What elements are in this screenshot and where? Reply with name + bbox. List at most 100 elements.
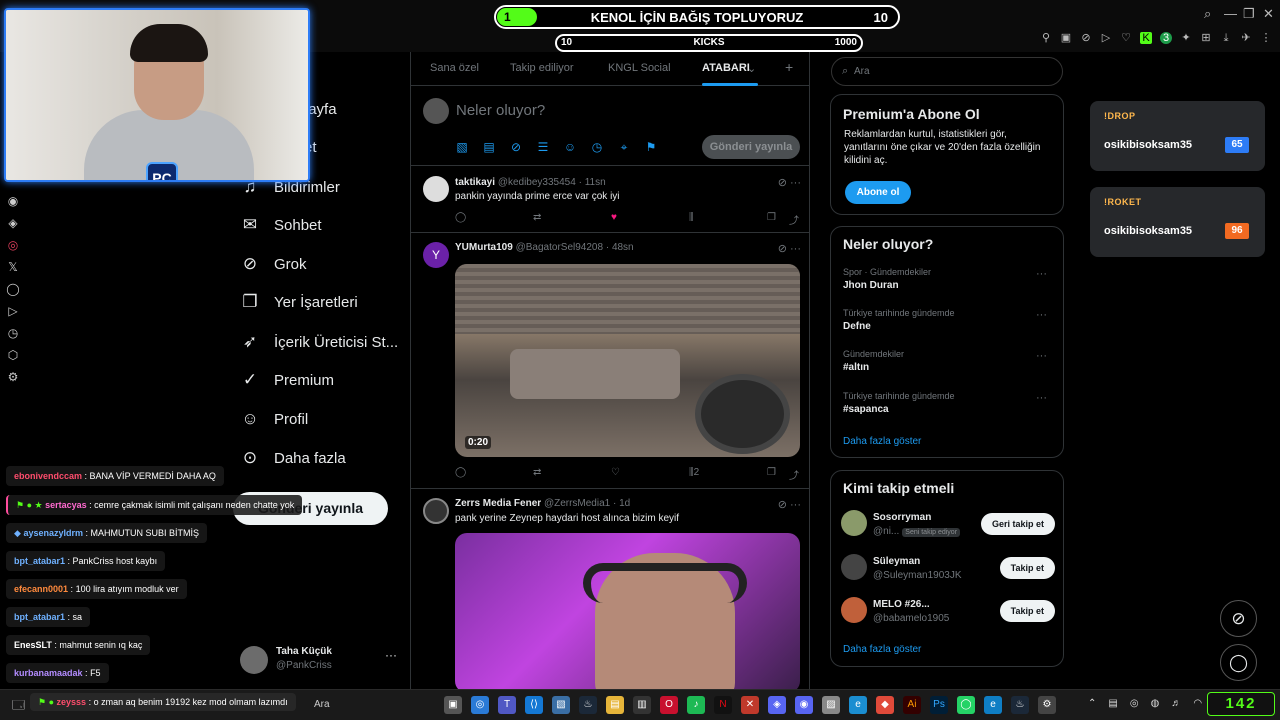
badge-icon[interactable]: 3 xyxy=(1160,32,1172,44)
trend-name[interactable]: Jhon Duran xyxy=(843,280,899,291)
app-icon[interactable]: ◆ xyxy=(876,696,894,714)
tweet-video[interactable]: 0:20 xyxy=(455,264,800,457)
views-icon[interactable]: ⫼ xyxy=(689,212,694,223)
taskbar-search[interactable]: Ara xyxy=(314,699,330,710)
discord-icon[interactable]: ◈ xyxy=(768,696,786,714)
trend-name[interactable]: #altın xyxy=(843,362,869,373)
image-icon[interactable]: ▧ xyxy=(455,140,469,154)
retweet-icon[interactable]: ⇄ xyxy=(533,467,541,478)
wifi-icon[interactable]: ◠ xyxy=(1193,698,1202,709)
more-icon[interactable]: ⋮ xyxy=(1260,32,1272,44)
location-icon[interactable]: ⌖ xyxy=(617,140,631,154)
trend-name[interactable]: #sapanca xyxy=(843,404,889,415)
grok-floating-icon[interactable]: ⊘ xyxy=(1220,600,1257,637)
tab-for-you[interactable]: Sana özel xyxy=(430,62,479,74)
more-icon[interactable]: ⊘ ··· xyxy=(778,498,801,511)
steam-icon[interactable]: ♨ xyxy=(579,696,597,714)
steam-icon[interactable]: ♨ xyxy=(1011,696,1029,714)
more-icon[interactable]: ··· xyxy=(1036,350,1047,362)
maximize-icon[interactable]: ❐ xyxy=(1243,6,1255,22)
follow-suggestion[interactable]: MELO #26... @babamelo1905 Takip et xyxy=(841,597,1055,627)
follow-back-button[interactable]: Geri takip et xyxy=(980,513,1055,535)
show-more-link[interactable]: Daha fazla göster xyxy=(843,644,921,655)
discord-icon[interactable]: ◈ xyxy=(0,212,26,234)
tab-icon[interactable]: ⊞ xyxy=(1200,32,1212,44)
media-icon[interactable]: ◯ xyxy=(0,278,26,300)
close-icon[interactable]: ✕ xyxy=(1263,6,1274,22)
tab-following[interactable]: Takip ediliyor xyxy=(510,62,574,74)
app-icon[interactable]: ◎ xyxy=(471,696,489,714)
gif-icon[interactable]: ▤ xyxy=(482,140,496,154)
retweet-icon[interactable]: ⇄ xyxy=(533,212,541,223)
follow-suggestion[interactable]: Sosorryman @ni... Seni takip ediyor Geri … xyxy=(841,510,1055,540)
more-icon[interactable]: ··· xyxy=(1036,309,1047,321)
tweet[interactable]: taktikayi @kedibey335454 · 11sn ⊘ ··· pa… xyxy=(411,167,809,233)
whatsapp-icon[interactable]: ◯ xyxy=(957,696,975,714)
x-app-icon[interactable]: ✕ xyxy=(741,696,759,714)
tray-app-icon[interactable]: ▤ xyxy=(1108,698,1117,709)
nav-bookmarks[interactable]: ❐ Yer İşaretleri xyxy=(240,287,357,317)
schedule-icon[interactable]: ◷ xyxy=(590,140,604,154)
nav-grok[interactable]: ⊘ Grok xyxy=(240,249,307,279)
mic-icon[interactable]: ♬ xyxy=(1171,698,1181,709)
follow-suggestion[interactable]: Süleyman @Suleyman1903JK Takip et xyxy=(841,554,1055,584)
photoshop-icon[interactable]: Ps xyxy=(930,696,948,714)
compose-post-button[interactable]: Gönderi yayınla xyxy=(702,135,800,159)
download-icon[interactable]: ⤓ xyxy=(1220,32,1232,44)
whatsapp-icon[interactable]: ◉ xyxy=(0,190,26,212)
messages-floating-icon[interactable]: ◯ xyxy=(1220,644,1257,681)
screenshot-icon[interactable]: ▣ xyxy=(1060,32,1072,44)
follow-button[interactable]: Takip et xyxy=(999,600,1055,622)
add-tab-icon[interactable]: + xyxy=(785,59,793,75)
tab-atabari[interactable]: ATABARI xyxy=(702,62,750,74)
search-input[interactable]: ⌕ Ara xyxy=(831,57,1063,86)
tweet[interactable]: Zerrs Media Fener @ZerrsMedia1 · 1d ⊘ ··… xyxy=(411,490,809,692)
nav-more[interactable]: ⊙ Daha fazla xyxy=(240,443,346,473)
show-more-link[interactable]: Daha fazla göster xyxy=(843,436,921,447)
compose-input[interactable]: Neler oluyor? xyxy=(456,102,545,119)
emoji-icon[interactable]: ☺ xyxy=(563,140,577,154)
edge-icon[interactable]: e xyxy=(849,696,867,714)
share-icon[interactable]: ⤴ xyxy=(789,467,799,482)
history-icon[interactable]: ◷ xyxy=(0,322,26,344)
reply-icon[interactable]: ◯ xyxy=(455,212,466,223)
bookmark-icon[interactable]: ❐ xyxy=(767,467,776,478)
instagram-icon[interactable]: ◎ xyxy=(0,234,26,256)
play-icon[interactable]: ▷ xyxy=(1100,32,1112,44)
send-icon[interactable]: ▷ xyxy=(0,300,26,322)
settings-icon[interactable]: ⚙ xyxy=(0,366,26,388)
more-icon[interactable]: ··· xyxy=(1036,268,1047,280)
kick-extension-icon[interactable]: K xyxy=(1140,32,1152,44)
widgets-icon[interactable]: 🗔 xyxy=(12,696,25,717)
nav-premium[interactable]: ✓ Premium xyxy=(240,365,334,395)
task-view-icon[interactable]: ▣ xyxy=(444,696,462,714)
more-icon[interactable]: ⊘ ··· xyxy=(778,242,801,255)
block-icon[interactable]: ⊘ xyxy=(1080,32,1092,44)
share-icon[interactable]: ⤴ xyxy=(789,212,799,227)
spotify-icon[interactable]: ♪ xyxy=(687,696,705,714)
nav-chat[interactable]: ✉ Sohbet xyxy=(240,210,322,240)
minimize-icon[interactable]: — xyxy=(1224,6,1237,21)
opera-icon[interactable]: O xyxy=(660,696,678,714)
chevron-up-icon[interactable]: ⌃ xyxy=(1088,698,1096,709)
reply-icon[interactable]: ◯ xyxy=(455,467,466,478)
folder-icon[interactable]: ▤ xyxy=(606,696,624,714)
illustrator-icon[interactable]: Ai xyxy=(903,696,921,714)
tray-app-icon[interactable]: ◍ xyxy=(1151,698,1160,709)
extensions-icon[interactable]: ⬡ xyxy=(0,344,26,366)
heart-icon[interactable]: ♡ xyxy=(1120,32,1132,44)
netflix-icon[interactable]: N xyxy=(714,696,732,714)
follow-button[interactable]: Takip et xyxy=(999,557,1055,579)
x-icon[interactable]: 𝕏 xyxy=(0,256,26,278)
chevron-down-icon[interactable]: ⌄ xyxy=(747,62,756,75)
like-icon[interactable]: ♡ xyxy=(611,467,620,478)
nav-creator-studio[interactable]: ➶ İçerik Üreticisi St... xyxy=(240,327,398,357)
grok-icon[interactable]: ⊘ xyxy=(509,140,523,154)
subscribe-button[interactable]: Abone ol xyxy=(845,181,911,204)
tab-kngl-social[interactable]: KNGL Social xyxy=(608,62,671,74)
photos-icon[interactable]: ▧ xyxy=(552,696,570,714)
discord-icon[interactable]: ◉ xyxy=(795,696,813,714)
tweet-video[interactable] xyxy=(455,533,800,692)
trend-name[interactable]: Defne xyxy=(843,321,871,332)
nav-profile[interactable]: ☺ Profil xyxy=(240,404,308,434)
